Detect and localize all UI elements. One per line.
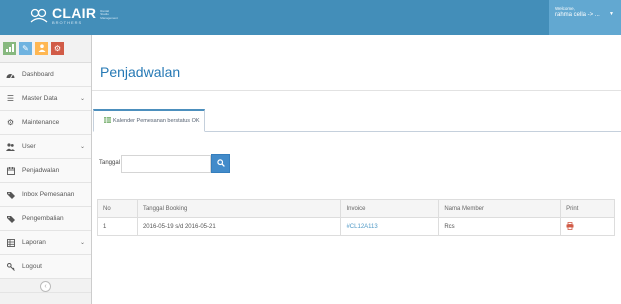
shortcut-users-button[interactable] [35,42,48,55]
cell-tanggal-booking: 2016-05-19 s/d 2016-05-21 [136,217,342,236]
sidebar-item-label: Laporan [22,239,46,246]
tag-icon [5,215,16,223]
users-icon [38,43,46,54]
sidebar-item-label: Master Data [22,95,58,102]
sidebar-item-label: Dashboard [22,71,54,78]
column-header-tanggal-booking[interactable]: Tanggal Booking [136,199,342,218]
sidebar-item-laporan[interactable]: Laporan ⌄ [0,231,91,255]
tag-icon [5,191,16,199]
column-header-nama-member[interactable]: Nama Member [438,199,562,218]
date-filter-input[interactable] [121,155,211,173]
brand-name: CLAIR [52,4,97,21]
date-filter-label: Tanggal : [99,160,124,166]
sidebar: ✎ ⚙ Dashboard ☰ Master Data ⌄ ⚙ Maintena… [0,35,92,304]
brand-tagline: Rental Studio Management [100,8,118,20]
shortcut-signal-button[interactable] [3,42,16,55]
sidebar-item-maintenance[interactable]: ⚙ Maintenance [0,111,91,135]
table-icon [104,117,111,125]
sidebar-item-dashboard[interactable]: Dashboard [0,63,91,87]
cell-nama-member: Rcs [438,217,562,236]
tab-kalender-pemesanan[interactable]: Kalender Pemesanan berstatus OK [93,109,205,132]
top-navbar: CLAIR BROTHERS Rental Studio Management … [0,0,621,35]
key-icon [5,262,16,271]
print-icon[interactable] [566,221,574,232]
sidebar-item-label: User [22,143,36,150]
brand-subtitle: BROTHERS [52,19,83,25]
chevron-left-icon: ‹ [44,283,47,290]
brand-logo-link[interactable]: CLAIR BROTHERS Rental Studio Management [28,5,118,25]
column-header-print[interactable]: Print [560,199,615,218]
sidebar-item-label: Logout [22,263,42,270]
table-icon [5,238,16,247]
page-title: Penjadwalan [100,64,181,80]
cell-invoice: #CL12A113 [340,217,440,236]
sidebar-item-inbox-pemesanan[interactable]: Inbox Pemesanan [0,183,91,207]
shortcut-cogs-button[interactable]: ⚙ [51,42,64,55]
sidebar-shortcuts: ✎ ⚙ [0,35,91,63]
calendar-icon [5,166,16,175]
search-icon [216,158,225,169]
table-header-row: No Tanggal Booking Invoice Nama Member P… [97,199,615,218]
user-menu-toggle[interactable]: Welcome, rahma cella -> ... ▼ [549,0,621,35]
sidebar-item-label: Maintenance [22,119,60,126]
sidebar-collapse-bar: ‹ [0,279,91,293]
signal-icon [5,43,14,54]
sidebar-collapse-button[interactable]: ‹ [40,281,51,292]
cell-no: 1 [97,217,138,236]
sidebar-item-label: Penjadwalan [22,167,60,174]
column-header-no[interactable]: No [97,199,138,218]
title-divider [92,90,621,91]
sidebar-item-pengembalian[interactable]: Pengembalian [0,207,91,231]
pencil-icon: ✎ [22,44,29,53]
sidebar-item-label: Inbox Pemesanan [22,191,75,198]
chevron-down-icon: ⌄ [79,96,85,102]
schedule-table: No Tanggal Booking Invoice Nama Member P… [97,199,615,236]
sidebar-item-penjadwalan[interactable]: Penjadwalan [0,159,91,183]
sidebar-item-logout[interactable]: Logout [0,255,91,279]
cogs-icon: ⚙ [53,44,62,53]
table-row: 1 2016-05-19 s/d 2016-05-21 #CL12A113 Rc… [97,217,615,236]
cogs-icon: ⚙ [6,118,15,127]
tab-label: Kalender Pemesanan berstatus OK [113,118,200,124]
tachometer-icon [5,71,16,79]
column-header-invoice[interactable]: Invoice [340,199,440,218]
sidebar-item-master-data[interactable]: ☰ Master Data ⌄ [0,87,91,111]
shortcut-pencil-button[interactable]: ✎ [19,42,32,55]
sidebar-item-label: Pengembalian [22,215,64,222]
caret-down-icon: ▼ [609,11,614,17]
users-icon [5,142,16,151]
brand-text: CLAIR BROTHERS [52,6,96,25]
search-button[interactable] [211,154,230,173]
invoice-link[interactable]: #CL12A113 [346,224,377,230]
chevron-down-icon: ⌄ [79,144,85,150]
chevron-down-icon: ⌄ [79,240,85,246]
cell-print [560,217,615,236]
sidebar-item-user[interactable]: User ⌄ [0,135,91,159]
clair-logo-icon [28,5,50,25]
list-icon: ☰ [6,94,15,103]
